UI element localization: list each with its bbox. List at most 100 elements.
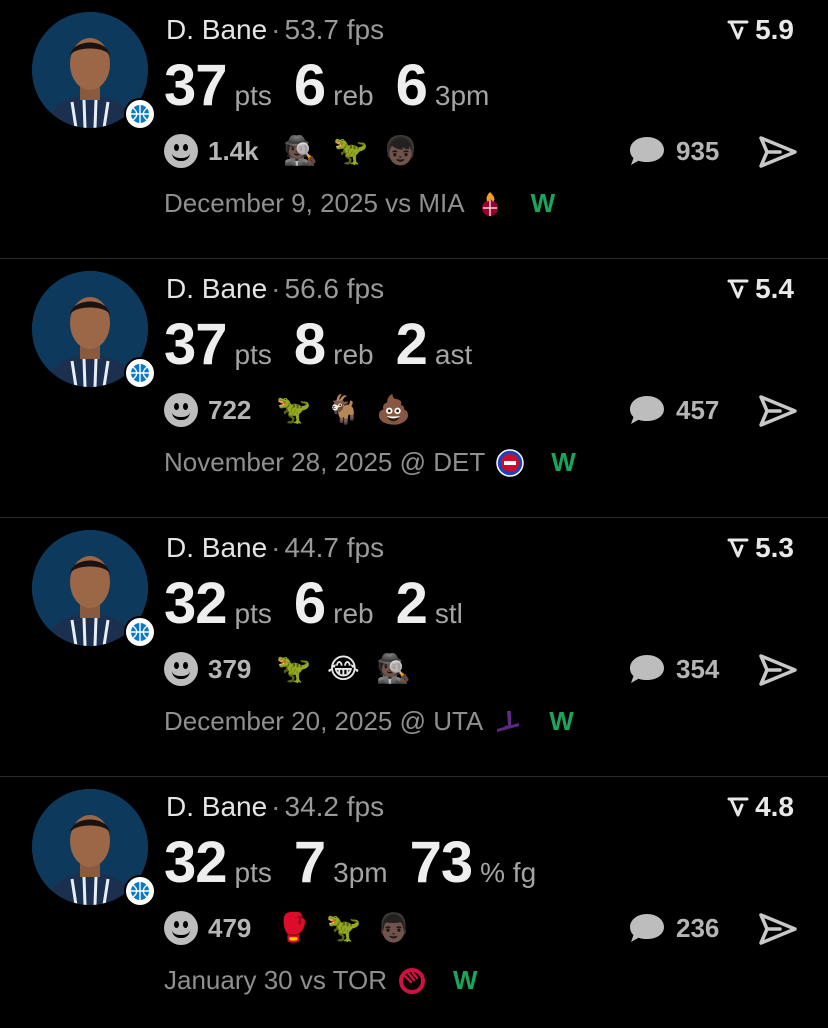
game-card[interactable]: D. Bane · 44.7 fps 5.3 32 pts 6 reb 2 stl 379 🦖… [0,518,828,777]
stat-value: 73 [409,830,474,895]
share-button[interactable] [758,134,798,175]
magic-badge-icon [124,357,156,389]
reaction-count: 722 [208,394,252,425]
stat-label: ast [434,339,473,370]
player-name[interactable]: D. Bane [166,14,267,45]
rating-icon [727,20,749,40]
comments-button[interactable]: 935 [628,134,719,168]
reaction-emoji-3[interactable]: 💩 [375,393,411,427]
comments-button[interactable]: 457 [628,393,719,427]
stat-label: 3pm [434,80,490,111]
reaction-smiley-icon[interactable] [164,911,198,945]
comment-count: 236 [676,912,720,943]
comment-bubble-icon [630,914,664,942]
player-name[interactable]: D. Bane [166,532,267,563]
player-name[interactable]: D. Bane [166,791,267,822]
rating-icon [727,279,749,299]
comments-button[interactable]: 236 [628,911,719,945]
stat-label: reb [333,598,374,629]
heat-logo-icon [475,189,505,219]
comments-button[interactable]: 354 [628,652,719,686]
game-card[interactable]: D. Bane · 34.2 fps 4.8 32 pts 7 3pm 73% fg 479… [0,777,828,1028]
magic-badge-icon [124,98,156,130]
rating-value: 5.3 [755,532,794,563]
stat-value: 37 [164,53,228,118]
stat-label: pts [234,598,272,629]
stat-value: 2 [395,312,428,377]
reaction-emoji-2[interactable]: 🦖 [333,134,369,168]
stat-value: 32 [164,830,228,895]
rating[interactable]: 4.8 [727,791,794,823]
reaction-emoji-1[interactable]: 🦖 [275,652,311,686]
stat-line: 37 pts 6 reb 6 3pm [164,52,511,119]
send-icon [759,654,797,686]
card-header: D. Bane · 53.7 fps [166,14,385,45]
rating[interactable]: 5.3 [727,532,794,564]
stat-line: 32 pts 7 3pm 73% fg [164,829,558,896]
game-date-opponent: January 30 vs TOR [164,965,388,995]
game-date-opponent: December 9, 2025 vs MIA [164,188,465,218]
game-info[interactable]: December 9, 2025 vs MIA W [164,188,555,219]
fps-value: 53.7 fps [284,14,385,45]
reaction-smiley-icon[interactable] [164,134,198,168]
reaction-count: 479 [208,912,252,943]
stat-label: stl [434,598,463,629]
rating-value: 5.4 [755,273,794,304]
fps-value: 34.2 fps [284,791,385,822]
game-date-opponent: December 20, 2025 @ UTA [164,706,484,736]
game-info[interactable]: January 30 vs TOR W [164,965,478,996]
game-card[interactable]: D. Bane · 53.7 fps 5.9 37 pts 6 reb 6 3pm 1.4k … [0,0,828,259]
stat-value: 6 [395,53,428,118]
player-name[interactable]: D. Bane [166,273,267,304]
reaction-emoji-2[interactable]: 🦖 [325,911,361,945]
comment-bubble-icon [630,396,664,424]
stat-label: pts [234,339,272,370]
rating[interactable]: 5.4 [727,273,794,305]
reaction-smiley-icon[interactable] [164,393,198,427]
stat-label: reb [333,80,374,111]
game-result: W [453,965,478,995]
share-button[interactable] [758,652,798,693]
rating-value: 5.9 [755,14,794,45]
fps-value: 44.7 fps [284,532,385,563]
game-date-opponent: November 28, 2025 @ DET [164,447,486,477]
rating-icon [727,797,749,817]
game-result: W [530,188,556,218]
raptors-logo-icon [397,966,427,996]
reaction-emoji-2[interactable]: 😂 [325,652,361,686]
comment-count: 354 [676,653,720,684]
stat-value: 2 [395,571,428,636]
reaction-smiley-icon[interactable] [164,652,198,686]
reactions[interactable]: 722 🦖 🐐 💩 [164,393,411,427]
reactions[interactable]: 379 🦖 😂 🕵🏿 [164,652,411,686]
reaction-emoji-1[interactable]: 🦖 [275,393,311,427]
game-result: W [551,447,576,477]
send-icon [759,913,797,945]
reactions[interactable]: 1.4k 🕵🏿 🦖 👦🏿 [164,134,419,168]
stat-value: 7 [293,830,326,895]
comment-bubble-icon [630,137,664,165]
reactions[interactable]: 479 🥊 🦖 👨🏿 [164,911,411,945]
reaction-emoji-3[interactable]: 👨🏿 [375,911,411,945]
stat-label: % fg [480,857,537,888]
reaction-emoji-2[interactable]: 🐐 [325,393,361,427]
game-card[interactable]: D. Bane · 56.6 fps 5.4 37 pts 8 reb 2 ast 722 🦖… [0,259,828,518]
pistons-logo-icon [495,448,525,478]
stat-value: 32 [164,571,228,636]
game-info[interactable]: November 28, 2025 @ DET W [164,447,576,478]
stat-value: 6 [293,571,326,636]
stat-label: reb [333,339,374,370]
reaction-emoji-1[interactable]: 🕵🏿 [283,134,319,168]
share-button[interactable] [758,393,798,434]
stat-value: 37 [164,312,228,377]
game-info[interactable]: December 20, 2025 @ UTA W [164,706,574,737]
stat-line: 32 pts 6 reb 2 stl [164,570,485,637]
comment-bubble-icon [630,655,664,683]
card-header: D. Bane · 44.7 fps [166,532,385,563]
send-icon [759,136,797,168]
share-button[interactable] [758,911,798,952]
reaction-emoji-1[interactable]: 🥊 [275,911,311,945]
reaction-emoji-3[interactable]: 🕵🏿 [375,652,411,686]
rating[interactable]: 5.9 [727,14,794,46]
reaction-emoji-3[interactable]: 👦🏿 [383,134,419,168]
